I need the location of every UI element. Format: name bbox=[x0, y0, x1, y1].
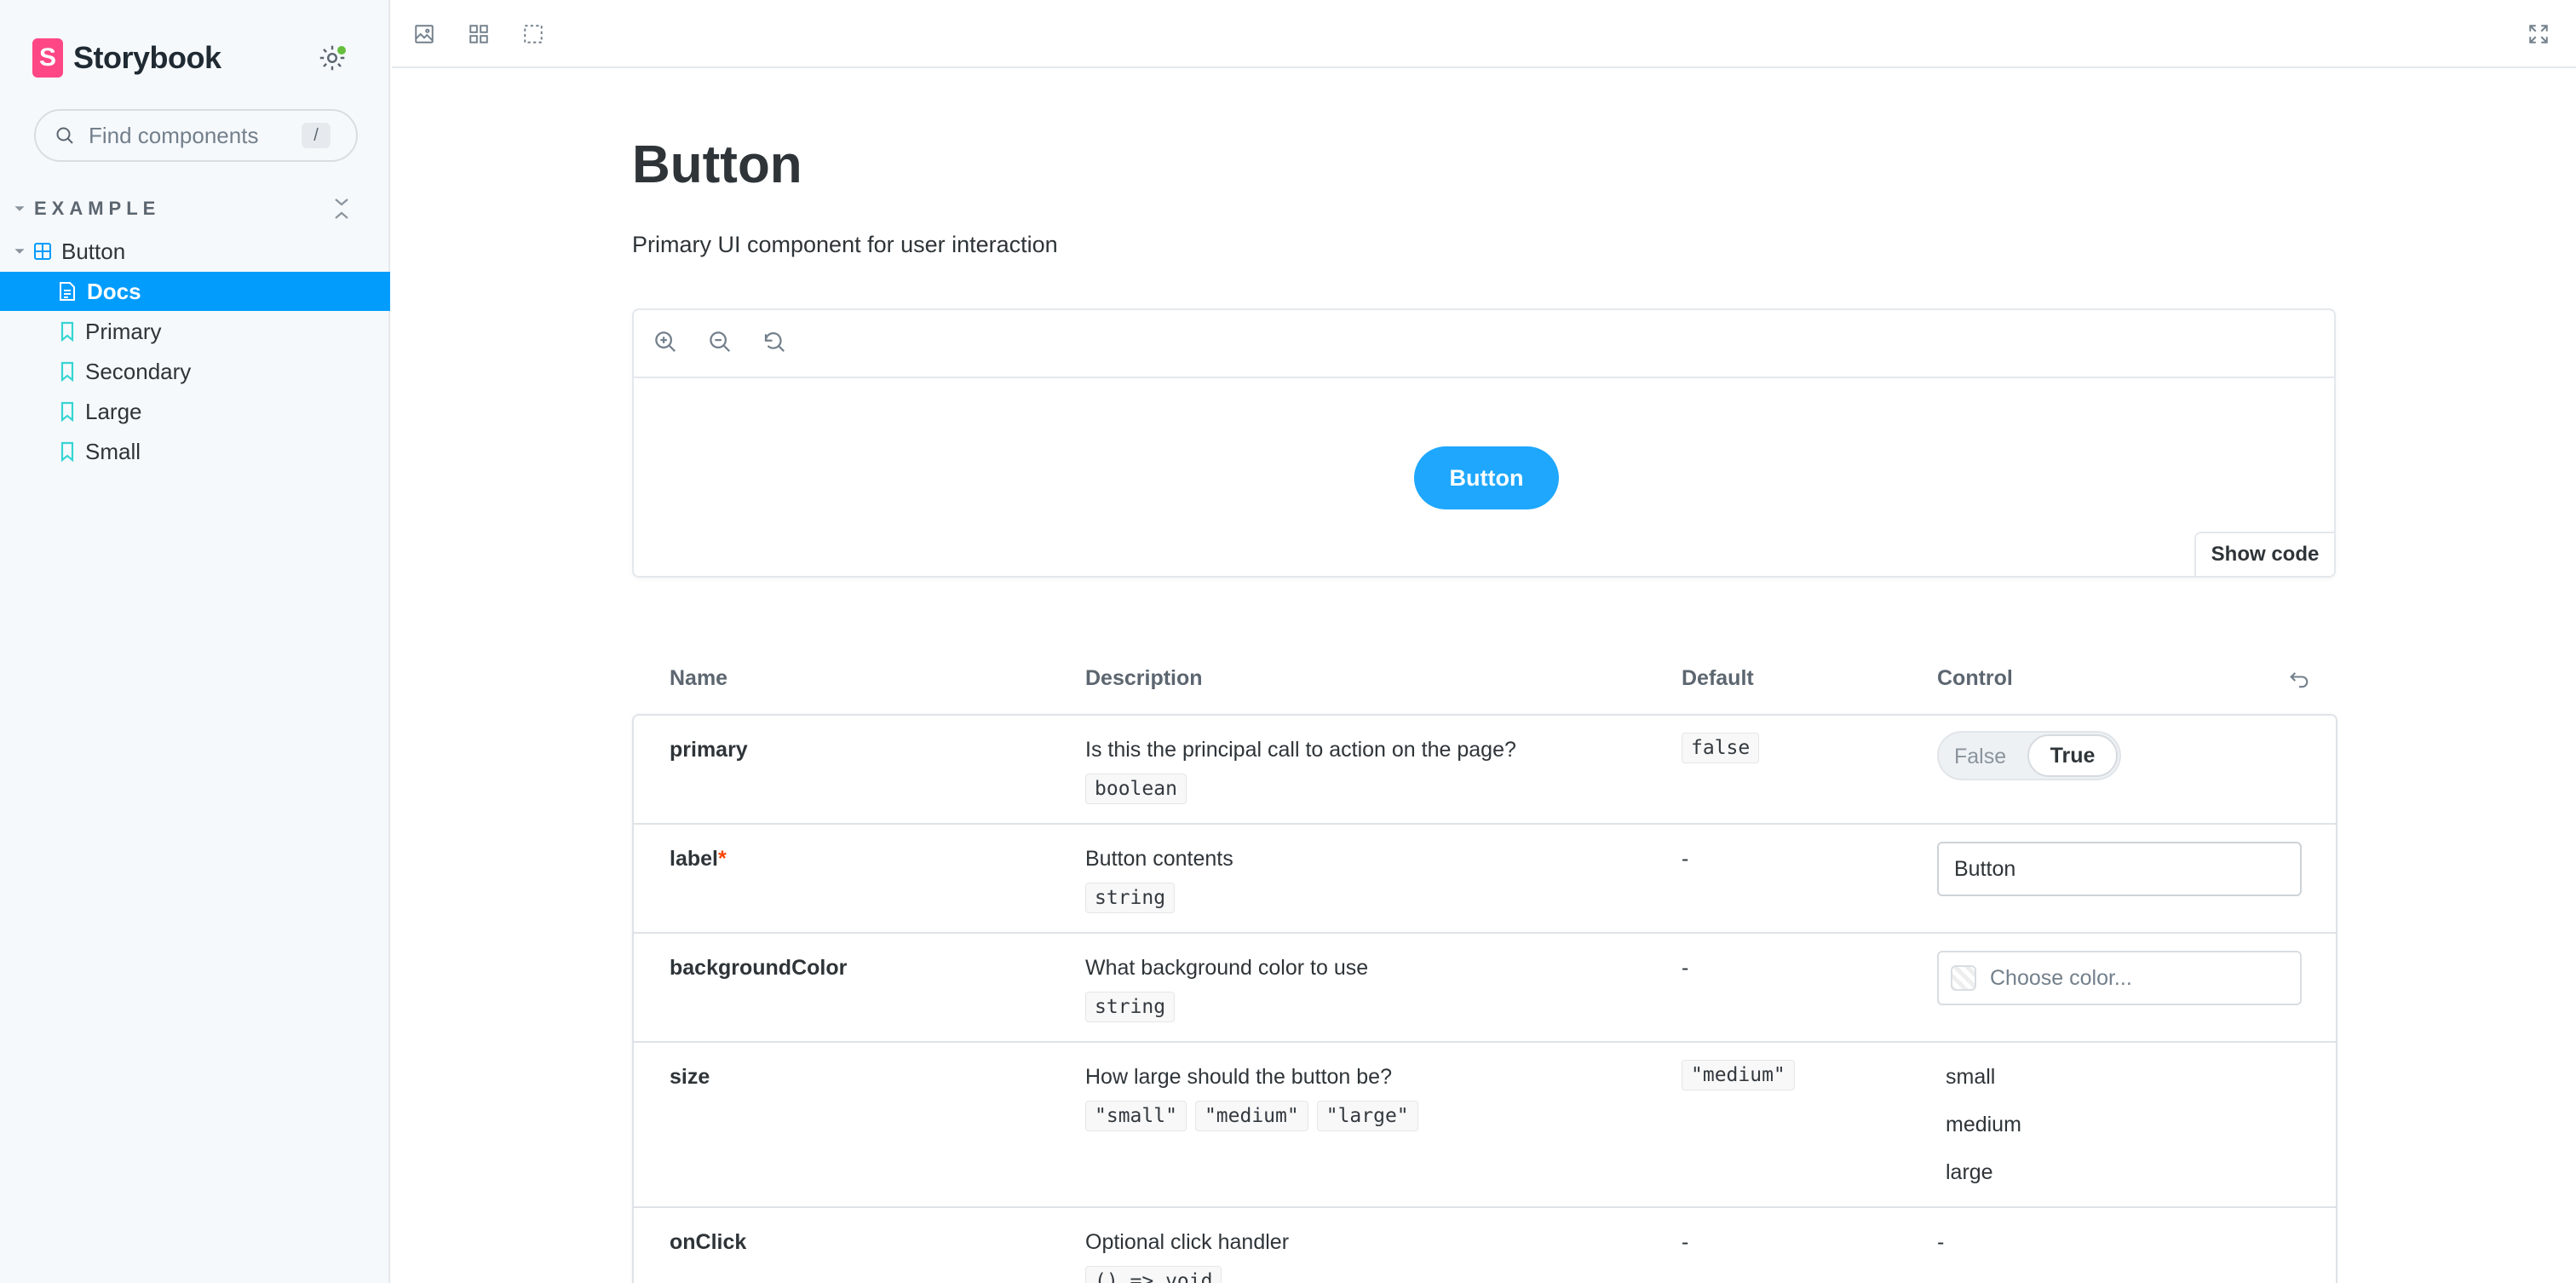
grid-icon[interactable] bbox=[463, 19, 494, 49]
tree-item-label: Small bbox=[85, 438, 141, 464]
image-icon[interactable] bbox=[409, 19, 440, 49]
default-chip: "medium" bbox=[1682, 1060, 1795, 1090]
brand-name: Storybook bbox=[73, 40, 221, 75]
canvas-toolbar bbox=[634, 310, 2334, 378]
type-chip: "large" bbox=[1316, 1101, 1418, 1131]
bookmark-icon bbox=[60, 361, 74, 382]
storybook-logo-icon: S bbox=[32, 38, 63, 78]
col-header-default: Default bbox=[1682, 666, 1754, 690]
zoom-reset-icon[interactable] bbox=[762, 329, 792, 360]
arg-description: Is this the principal call to action on … bbox=[1085, 738, 1516, 762]
required-mark: * bbox=[717, 847, 727, 871]
search-input[interactable]: Find components bbox=[89, 123, 258, 149]
tree-item-large[interactable]: Large bbox=[0, 392, 390, 431]
type-chip: () => void bbox=[1085, 1266, 1222, 1283]
arg-types: string bbox=[1085, 883, 1183, 913]
caret-down-icon bbox=[14, 249, 25, 254]
toggle-true-option[interactable]: True bbox=[2027, 734, 2118, 777]
collapse-all-icon[interactable] bbox=[331, 196, 353, 222]
color-picker-input[interactable]: Choose color... bbox=[1937, 951, 2302, 1005]
type-chip: "medium" bbox=[1194, 1101, 1308, 1131]
size-option-medium[interactable]: medium bbox=[1946, 1113, 2021, 1137]
arg-description: How large should the button be? bbox=[1085, 1065, 1392, 1089]
arg-name-text: label bbox=[670, 847, 718, 871]
arg-name-primary: primary bbox=[670, 738, 748, 762]
arg-description: Button contents bbox=[1085, 847, 1233, 871]
row-divider bbox=[632, 823, 2337, 825]
arg-name-label: label* bbox=[670, 847, 727, 872]
row-divider bbox=[632, 932, 2337, 934]
tree-item-secondary[interactable]: Secondary bbox=[0, 352, 390, 391]
brand[interactable]: S Storybook bbox=[32, 37, 221, 78]
sidebar: S Storybook Find components / EXAMPLE Bu… bbox=[0, 0, 390, 1283]
arg-description: What background color to use bbox=[1085, 956, 1369, 980]
type-chip: string bbox=[1085, 992, 1176, 1022]
arg-default: - bbox=[1682, 1230, 1689, 1254]
arg-types: () => void bbox=[1085, 1266, 1230, 1283]
page-title: Button bbox=[632, 135, 802, 194]
arg-description: Optional click handler bbox=[1085, 1230, 1290, 1254]
tree-item-primary[interactable]: Primary bbox=[0, 312, 390, 351]
search-shortcut-badge: / bbox=[302, 123, 331, 148]
bookmark-icon bbox=[60, 441, 74, 462]
tree-item-label: Primary bbox=[85, 318, 162, 344]
fullscreen-icon[interactable] bbox=[2523, 19, 2554, 49]
bookmark-icon bbox=[60, 321, 74, 342]
arg-name-onclick: onClick bbox=[670, 1230, 747, 1254]
zoom-out-icon[interactable] bbox=[707, 329, 738, 360]
col-header-description: Description bbox=[1085, 666, 1203, 690]
toolbar bbox=[392, 0, 2576, 68]
arg-name-backgroundcolor: backgroundColor bbox=[670, 956, 848, 980]
tree-component-label: Button bbox=[61, 238, 126, 264]
arg-default: - bbox=[1682, 956, 1689, 980]
caret-down-icon bbox=[14, 206, 25, 211]
toggle-false-option[interactable]: False bbox=[1954, 745, 2006, 769]
type-chip: boolean bbox=[1085, 774, 1187, 804]
arg-default: false bbox=[1682, 733, 1768, 763]
arg-control-none: - bbox=[1937, 1230, 1945, 1254]
arg-default: - bbox=[1682, 847, 1689, 871]
search-icon bbox=[56, 127, 73, 144]
section-example[interactable]: EXAMPLE bbox=[14, 196, 160, 222]
arg-types: "small" "medium" "large" bbox=[1085, 1101, 1427, 1131]
primary-toggle[interactable]: False True bbox=[1937, 731, 2121, 780]
reset-controls-icon[interactable] bbox=[2286, 668, 2312, 692]
arg-types: string bbox=[1085, 992, 1183, 1022]
arg-types: boolean bbox=[1085, 774, 1195, 804]
zoom-in-icon[interactable] bbox=[653, 329, 683, 360]
size-option-large[interactable]: large bbox=[1946, 1160, 1993, 1185]
type-chip: "small" bbox=[1085, 1101, 1187, 1131]
default-chip: false bbox=[1682, 733, 1760, 763]
col-header-control: Control bbox=[1937, 666, 2013, 690]
bookmark-icon bbox=[60, 401, 74, 422]
document-icon bbox=[60, 282, 75, 301]
color-placeholder: Choose color... bbox=[1990, 965, 2132, 990]
outline-icon[interactable] bbox=[518, 19, 549, 49]
size-option-small[interactable]: small bbox=[1946, 1065, 1995, 1090]
story-canvas: Button Show code bbox=[632, 308, 2336, 578]
tree-item-docs[interactable]: Docs bbox=[0, 272, 390, 311]
page-subtitle: Primary UI component for user interactio… bbox=[632, 232, 1058, 257]
tree-item-small[interactable]: Small bbox=[0, 432, 390, 471]
arg-name-size: size bbox=[670, 1065, 710, 1089]
label-text-input[interactable] bbox=[1937, 842, 2302, 896]
row-divider bbox=[632, 1206, 2337, 1208]
row-divider bbox=[632, 1041, 2337, 1043]
tree-item-label: Secondary bbox=[85, 358, 192, 384]
preview-button[interactable]: Button bbox=[1414, 446, 1559, 509]
status-dot bbox=[336, 44, 348, 56]
color-swatch-icon[interactable] bbox=[1951, 965, 1976, 991]
component-icon bbox=[34, 243, 51, 260]
arg-default: "medium" bbox=[1682, 1060, 1803, 1090]
search-box[interactable]: Find components / bbox=[34, 109, 358, 162]
tree-component-button[interactable]: Button bbox=[0, 232, 390, 271]
tree-item-label: Docs bbox=[87, 278, 141, 304]
type-chip: string bbox=[1085, 883, 1176, 913]
show-code-button[interactable]: Show code bbox=[2194, 532, 2334, 576]
section-title: EXAMPLE bbox=[34, 198, 161, 219]
tree-item-label: Large bbox=[85, 398, 142, 424]
col-header-name: Name bbox=[670, 666, 728, 690]
